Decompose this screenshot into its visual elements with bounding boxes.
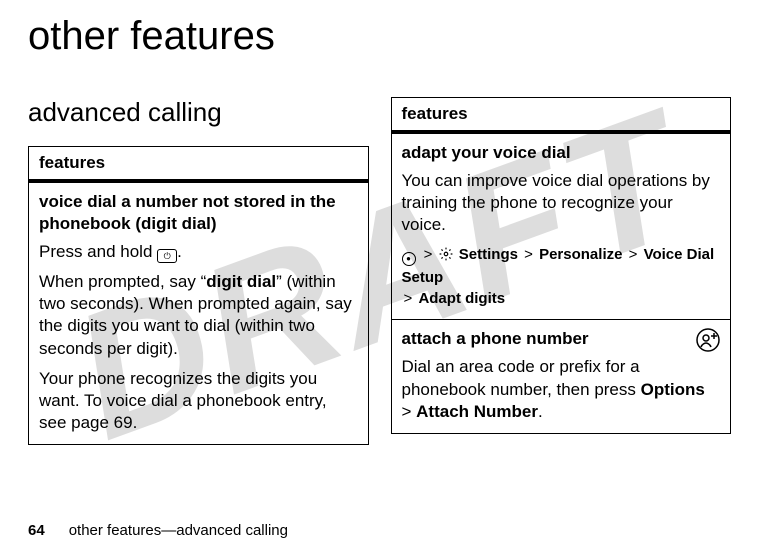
nav-step-personalize: Personalize (539, 246, 622, 263)
feature-title: voice dial a number not stored in the ph… (39, 191, 358, 235)
feature-title: attach a phone number (402, 328, 721, 350)
nav-step-settings: Settings (459, 246, 518, 263)
feature-attach-number: attach a phone number Dial an area code … (392, 320, 731, 432)
nav-path: ● > Settings > Personalize > Voice Dial … (402, 244, 721, 309)
settings-icon (439, 246, 453, 267)
sep: > (524, 246, 533, 263)
footer: 64 other features—advanced calling (28, 522, 288, 539)
footer-section: other features—advanced calling (69, 522, 288, 539)
feature-line-2: When prompted, say “digit dial” (within … (39, 271, 358, 359)
left-column: advanced calling features voice dial a n… (28, 97, 369, 445)
columns: advanced calling features voice dial a n… (28, 97, 731, 445)
feature-line-3: Your phone recognizes the digits you wan… (39, 368, 358, 434)
feature-desc: You can improve voice dial operations by… (402, 170, 721, 236)
feature-digit-dial: voice dial a number not stored in the ph… (29, 183, 368, 444)
feature-desc: Dial an area code or prefix for a phoneb… (402, 356, 721, 422)
right-feature-box: features adapt your voice dial You can i… (391, 97, 732, 434)
options-label: Options (641, 380, 705, 399)
sep: > (402, 402, 417, 421)
text: Dial an area code or prefix for a phoneb… (402, 357, 641, 398)
sep: > (424, 246, 433, 263)
features-header: features (392, 98, 731, 134)
power-key-icon: ⏻ (157, 249, 177, 263)
page-content: other features advanced calling features… (0, 0, 759, 445)
features-header: features (29, 147, 368, 183)
bold-digit-dial: digit dial (206, 272, 276, 291)
feature-adapt-voice-dial: adapt your voice dial You can improve vo… (392, 134, 731, 320)
page-number: 64 (28, 522, 45, 539)
nav-step-adapt-digits: Adapt digits (418, 290, 505, 307)
attach-number-label: Attach Number (416, 402, 538, 421)
feature-title: adapt your voice dial (402, 142, 721, 164)
sep: > (629, 246, 638, 263)
text: When prompted, say “ (39, 272, 206, 291)
section-title: advanced calling (28, 97, 369, 128)
right-column: features adapt your voice dial You can i… (391, 97, 732, 445)
text: . (177, 242, 182, 261)
left-feature-box: features voice dial a number not stored … (28, 146, 369, 445)
feature-line-1: Press and hold ⏻. (39, 241, 358, 263)
center-key-icon: ● (402, 252, 416, 266)
sep: > (404, 290, 413, 307)
text: . (538, 402, 543, 421)
contact-add-icon (696, 328, 720, 352)
page-title: other features (28, 14, 731, 59)
text: Press and hold (39, 242, 157, 261)
